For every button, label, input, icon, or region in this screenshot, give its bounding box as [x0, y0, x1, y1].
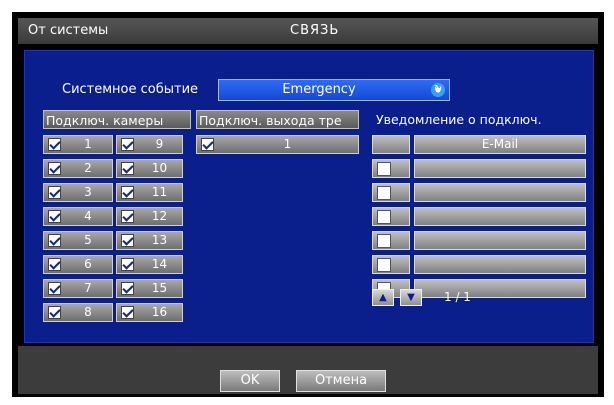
event-label: Системное событие: [62, 82, 199, 97]
camera-checkbox[interactable]: [121, 162, 134, 175]
outputs-header: Подключ. выхода тре: [196, 110, 359, 129]
title-bar: От системы СВЯЗЬ: [18, 18, 598, 44]
camera-item[interactable]: 9: [116, 135, 183, 154]
notify-checkbox[interactable]: [377, 234, 391, 248]
camera-checkbox[interactable]: [121, 234, 134, 247]
triangle-up-icon[interactable]: ▲: [372, 289, 394, 306]
email-field[interactable]: [414, 159, 586, 178]
window-left-title: От системы: [28, 23, 109, 38]
notify-row-check[interactable]: [372, 207, 410, 226]
camera-checkbox[interactable]: [48, 306, 61, 319]
camera-checkbox[interactable]: [48, 258, 61, 271]
ok-button[interactable]: OK: [220, 370, 280, 392]
camera-item[interactable]: 16: [116, 303, 183, 322]
camera-item[interactable]: 8: [43, 303, 113, 322]
camera-number: 3: [84, 185, 92, 199]
camera-number: 11: [151, 185, 168, 199]
window-center-title: СВЯЗЬ: [290, 23, 340, 38]
camera-checkbox[interactable]: [48, 234, 61, 247]
camera-item[interactable]: 4: [43, 207, 113, 226]
notify-checkbox[interactable]: [377, 186, 391, 200]
camera-item[interactable]: 1: [43, 135, 113, 154]
output-number: 1: [283, 137, 292, 151]
camera-number: 9: [155, 137, 164, 151]
camera-item[interactable]: 15: [116, 279, 183, 298]
triangle-down-icon[interactable]: ▼: [400, 289, 422, 306]
output-row[interactable]: 1: [196, 135, 359, 154]
camera-item[interactable]: 2: [43, 159, 113, 178]
camera-item[interactable]: 7: [43, 279, 113, 298]
camera-item[interactable]: 14: [116, 255, 183, 274]
email-field[interactable]: [414, 255, 586, 274]
camera-item[interactable]: 11: [116, 183, 183, 202]
camera-checkbox[interactable]: [48, 282, 61, 295]
cameras-header: Подключ. камеры: [43, 110, 191, 129]
email-field[interactable]: [414, 231, 586, 250]
notify-row-check[interactable]: [372, 159, 410, 178]
camera-number: 5: [84, 233, 92, 247]
email-field[interactable]: [414, 183, 586, 202]
camera-item[interactable]: 13: [116, 231, 183, 250]
camera-number: 7: [84, 281, 92, 295]
notify-checkbox[interactable]: [377, 210, 391, 224]
camera-item[interactable]: 10: [116, 159, 183, 178]
camera-checkbox[interactable]: [48, 162, 61, 175]
camera-number: 8: [84, 305, 92, 319]
camera-number: 6: [84, 257, 92, 271]
event-dropdown[interactable]: Emergency ↻: [218, 79, 450, 101]
notify-row-check[interactable]: [372, 255, 410, 274]
camera-checkbox[interactable]: [121, 306, 134, 319]
notify-check-column-header: [372, 135, 410, 154]
notify-checkbox[interactable]: [377, 162, 391, 176]
notify-header: Уведомление о подключ.: [376, 112, 542, 127]
camera-item[interactable]: 5: [43, 231, 113, 250]
camera-checkbox[interactable]: [121, 258, 134, 271]
camera-item[interactable]: 12: [116, 207, 183, 226]
camera-checkbox[interactable]: [48, 138, 61, 151]
refresh-icon[interactable]: ↻: [431, 83, 445, 97]
camera-number: 14: [151, 257, 168, 271]
camera-item[interactable]: 3: [43, 183, 113, 202]
camera-checkbox[interactable]: [121, 138, 134, 151]
camera-number: 13: [151, 233, 168, 247]
camera-checkbox[interactable]: [48, 210, 61, 223]
camera-number: 2: [84, 161, 92, 175]
notify-row-check[interactable]: [372, 231, 410, 250]
notify-row-check[interactable]: [372, 183, 410, 202]
camera-number: 15: [151, 281, 168, 295]
output-checkbox[interactable]: [201, 138, 214, 151]
camera-item[interactable]: 6: [43, 255, 113, 274]
camera-number: 12: [151, 209, 168, 223]
camera-number: 4: [84, 209, 92, 223]
camera-number: 10: [151, 161, 168, 175]
camera-checkbox[interactable]: [121, 186, 134, 199]
camera-number: 1: [84, 137, 92, 151]
event-dropdown-value: Emergency: [282, 82, 356, 97]
page-indicator: 1 / 1: [444, 290, 471, 304]
email-column-header: E-Mail: [414, 135, 586, 154]
camera-checkbox[interactable]: [121, 282, 134, 295]
camera-checkbox[interactable]: [121, 210, 134, 223]
email-field[interactable]: [414, 207, 586, 226]
notify-checkbox[interactable]: [377, 258, 391, 272]
email-field[interactable]: [414, 279, 586, 298]
camera-checkbox[interactable]: [48, 186, 61, 199]
camera-number: 16: [151, 305, 168, 319]
cancel-button[interactable]: Отмена: [296, 370, 386, 392]
